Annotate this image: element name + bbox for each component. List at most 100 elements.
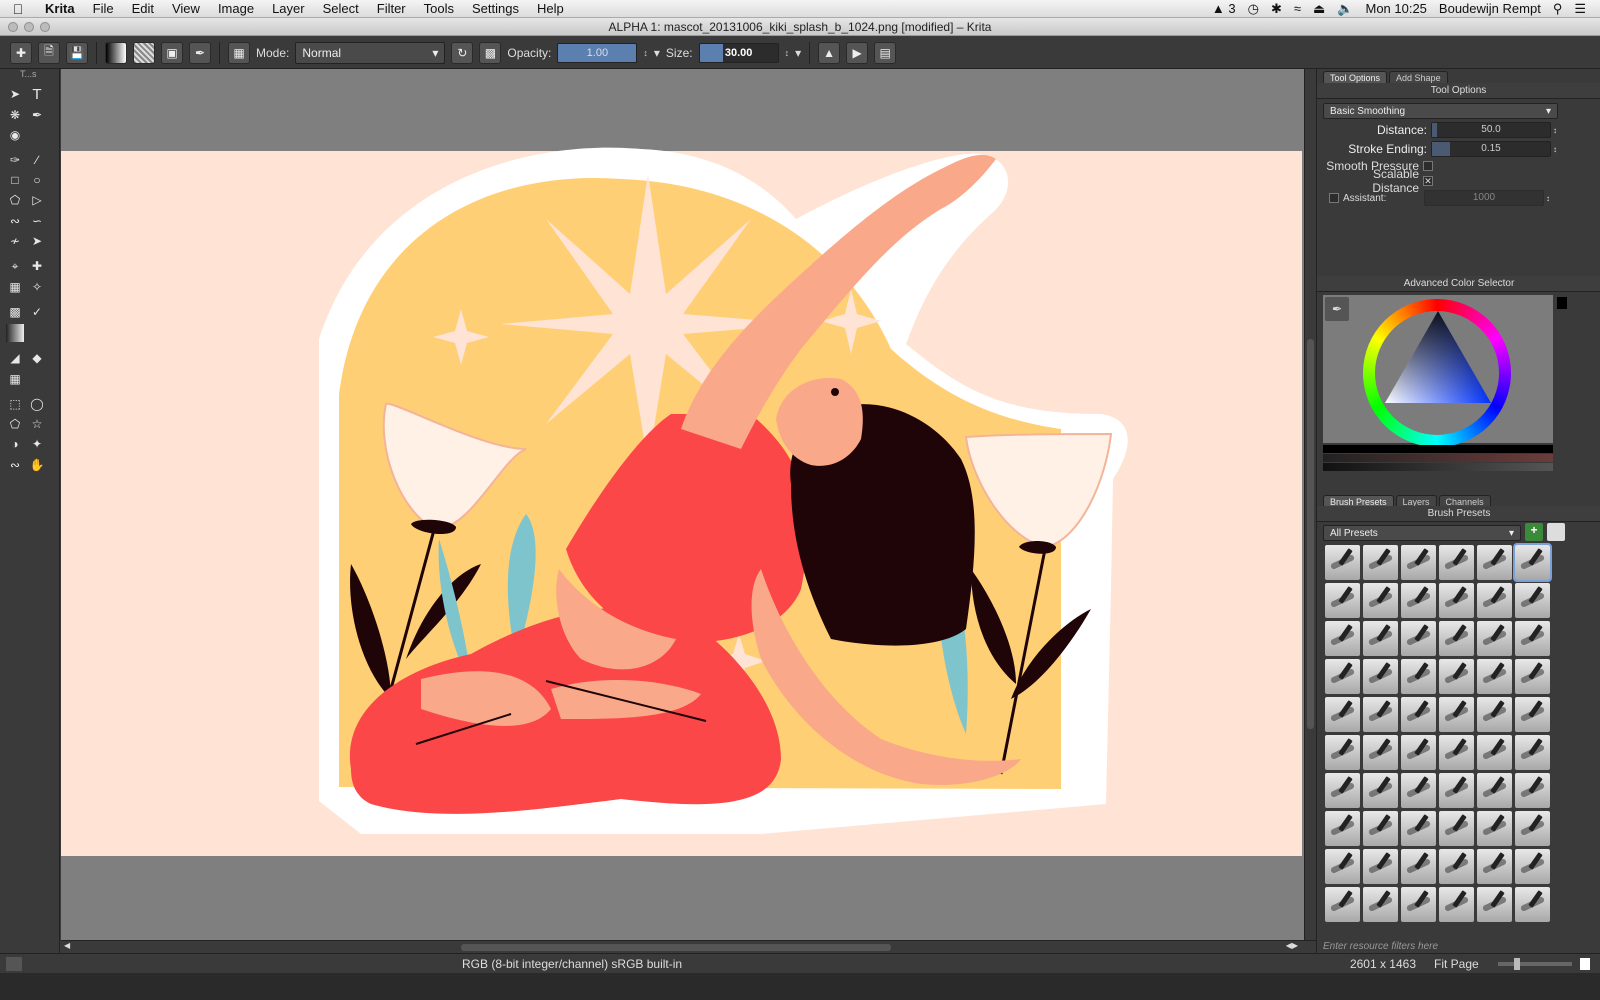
brush-preset-item[interactable] — [1515, 697, 1550, 732]
brush-preset-item[interactable] — [1439, 697, 1474, 732]
brush-preset-item[interactable] — [1515, 735, 1550, 770]
gradient-selector-button[interactable] — [105, 41, 127, 64]
minimize-window-button[interactable] — [24, 22, 34, 32]
brush-preset-item[interactable] — [1401, 735, 1436, 770]
brush-preset-item[interactable] — [1477, 659, 1512, 694]
gradient-edit-tool-icon[interactable]: ✧ — [28, 278, 46, 296]
brush-preset-item[interactable] — [1325, 735, 1360, 770]
menu-settings[interactable]: Settings — [463, 1, 528, 16]
advanced-color-selector[interactable]: ✒ — [1323, 295, 1567, 471]
scroll-right-icon[interactable]: ◀▶ — [1286, 941, 1298, 950]
close-window-button[interactable] — [8, 22, 18, 32]
menu-tools[interactable]: Tools — [415, 1, 463, 16]
menu-file[interactable]: File — [84, 1, 123, 16]
brush-preset-item[interactable] — [1477, 849, 1512, 884]
brush-preset-item[interactable] — [1363, 773, 1398, 808]
color-picker-tool-icon[interactable]: ✓ — [28, 303, 46, 321]
menu-app-name[interactable]: Krita — [36, 1, 84, 16]
polygon-tool-icon[interactable]: ⬠ — [6, 191, 24, 209]
brush-preset-item[interactable] — [1363, 697, 1398, 732]
volume-icon[interactable]: 🔈 — [1337, 1, 1353, 17]
opacity-stepper-icon[interactable]: ↕ — [643, 48, 648, 58]
brush-preset-item[interactable] — [1401, 849, 1436, 884]
menu-help[interactable]: Help — [528, 1, 573, 16]
brush-preset-item[interactable] — [1401, 621, 1436, 656]
notification-center-icon[interactable]: ☰ — [1574, 1, 1586, 17]
brush-preset-item[interactable] — [1363, 887, 1398, 922]
path-tool-icon[interactable]: ✒ — [28, 106, 46, 124]
brush-preset-item[interactable] — [1363, 621, 1398, 656]
calligraphy-tool-icon[interactable]: ❋ — [6, 106, 24, 124]
opacity-dropdown-icon[interactable]: ▾ — [654, 46, 660, 60]
text-tool-icon[interactable]: T — [28, 85, 46, 103]
polygon-selection-tool-icon[interactable]: ⬠ — [6, 415, 24, 433]
apple-logo-icon[interactable]:  — [0, 1, 36, 17]
brush-preset-filter-select[interactable]: All Presets ▾ — [1323, 525, 1521, 541]
blend-mode-select[interactable]: Normal ▾ — [295, 41, 446, 64]
brush-preset-item[interactable] — [1439, 773, 1474, 808]
spotlight-icon[interactable]: ⚲ — [1553, 1, 1563, 17]
color-triangle[interactable] — [1373, 303, 1503, 413]
brush-preset-item[interactable] — [1439, 811, 1474, 846]
vertical-scrollbar[interactable] — [1304, 69, 1316, 940]
canvas-area[interactable] — [61, 69, 1304, 940]
brush-preset-item[interactable] — [1325, 621, 1360, 656]
rotate-canvas-icon[interactable] — [1580, 957, 1590, 970]
stroke-ending-slider[interactable]: 0.15 — [1431, 141, 1551, 157]
add-preset-icon[interactable]: + — [1525, 523, 1543, 541]
brush-preset-item[interactable] — [1477, 811, 1512, 846]
brush-preset-item[interactable] — [1439, 887, 1474, 922]
line-tool-icon[interactable]: ∕ — [28, 151, 46, 169]
view-mode-icon[interactable] — [1547, 523, 1565, 541]
brush-preset-item[interactable] — [1325, 583, 1360, 618]
rectangle-tool-icon[interactable]: □ — [6, 171, 24, 189]
magic-wand-tool-icon[interactable]: ✦ — [28, 435, 46, 453]
freehand-brush-tool-icon[interactable]: ✑ — [6, 151, 24, 169]
canvas-image[interactable] — [61, 69, 1304, 940]
color-history-bar[interactable] — [1323, 445, 1553, 453]
adobe-status-item[interactable]: ▲ 3 — [1212, 1, 1236, 16]
user-name[interactable]: Boudewijn Rempt — [1439, 1, 1541, 16]
zoom-label[interactable]: Fit Page — [1434, 957, 1484, 971]
time-machine-icon[interactable]: ◷ — [1248, 1, 1259, 17]
open-document-button[interactable]: 🗎 — [38, 41, 60, 64]
brush-preset-item[interactable] — [1439, 545, 1474, 580]
workspace-chooser-button[interactable]: ▤ — [874, 41, 897, 64]
brush-preset-item[interactable] — [1325, 697, 1360, 732]
gradient-tool-icon[interactable] — [6, 324, 24, 342]
reference-tool-icon[interactable]: ◉ — [6, 126, 24, 144]
mirror-vertical-button[interactable]: ▶ — [846, 41, 869, 64]
ellipse-selection-tool-icon[interactable]: ◯ — [28, 395, 46, 413]
eject-icon[interactable]: ⏏ — [1313, 1, 1325, 17]
brush-preset-item[interactable] — [1363, 849, 1398, 884]
brush-preset-item[interactable] — [1363, 659, 1398, 694]
menu-edit[interactable]: Edit — [123, 1, 163, 16]
bezier-tool-icon[interactable]: ∾ — [6, 212, 24, 230]
transform-tool-icon[interactable]: ▦ — [6, 278, 24, 296]
brush-settings-button[interactable]: ▦ — [228, 41, 250, 64]
current-color-swatch[interactable] — [1557, 297, 1567, 309]
brush-preset-item[interactable] — [1325, 849, 1360, 884]
move-tool-icon[interactable]: ✚ — [28, 257, 46, 275]
brush-preset-item[interactable] — [1515, 621, 1550, 656]
brush-preset-item[interactable] — [1515, 887, 1550, 922]
brush-preset-item[interactable] — [1477, 583, 1512, 618]
brush-preset-item[interactable] — [1515, 811, 1550, 846]
size-slider[interactable]: 30.00 — [698, 42, 779, 63]
brush-preset-item[interactable] — [1401, 887, 1436, 922]
polyline-tool-icon[interactable]: ▷ — [28, 191, 46, 209]
bluetooth-icon[interactable]: ✱ — [1271, 1, 1282, 17]
multibrush-tool-icon[interactable]: ➤ — [28, 232, 46, 250]
contiguous-selection-tool-icon[interactable]: ◑ — [6, 435, 24, 453]
alpha-lock-button[interactable]: ▩ — [479, 41, 502, 64]
brush-preset-item[interactable] — [1477, 887, 1512, 922]
distance-slider[interactable]: 50.0 — [1431, 122, 1551, 138]
opacity-slider[interactable]: 1.00 — [557, 42, 638, 63]
assistant-checkbox[interactable] — [1329, 193, 1339, 203]
brush-preset-item[interactable] — [1477, 621, 1512, 656]
brush-preset-item[interactable] — [1515, 773, 1550, 808]
foreground-background-color-button[interactable]: ▣ — [161, 41, 183, 64]
brush-preset-item[interactable] — [1401, 773, 1436, 808]
bezier-selection-tool-icon[interactable]: ∾ — [6, 456, 24, 474]
brush-preset-item[interactable] — [1513, 543, 1552, 582]
